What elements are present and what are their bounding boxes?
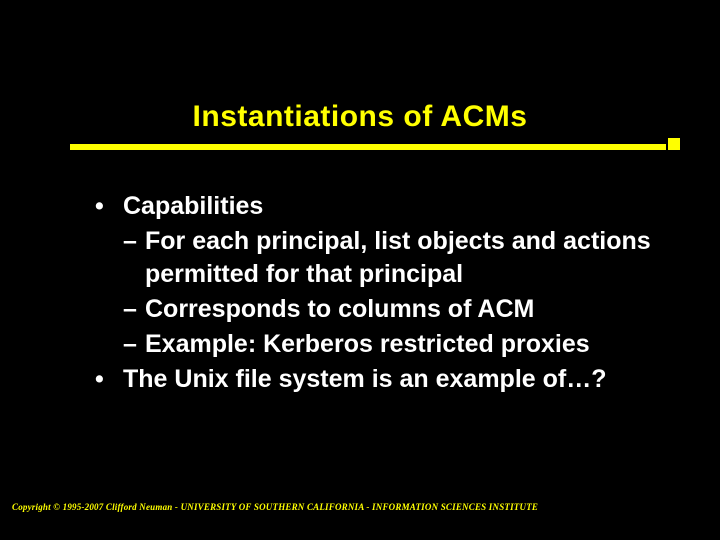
bullet-level2: – Corresponds to columns of ACM	[123, 293, 655, 326]
slide-title: Instantiations of ACMs	[193, 100, 528, 133]
bullet-text: Capabilities	[123, 190, 655, 223]
bullet-dot-icon: •	[95, 190, 123, 223]
title-underline-cap	[668, 138, 680, 150]
bullet-dash-icon: –	[123, 328, 145, 361]
bullet-text: For each principal, list objects and act…	[145, 225, 655, 291]
bullet-level1: • Capabilities	[95, 190, 655, 223]
bullet-dash-icon: –	[123, 293, 145, 326]
bullet-dash-icon: –	[123, 225, 145, 291]
bullet-level2: – For each principal, list objects and a…	[123, 225, 655, 291]
title-underline	[70, 144, 666, 150]
bullet-level1: • The Unix file system is an example of……	[95, 363, 655, 396]
bullet-dot-icon: •	[95, 363, 123, 396]
bullet-level2: – Example: Kerberos restricted proxies	[123, 328, 655, 361]
bullet-text: Corresponds to columns of ACM	[145, 293, 655, 326]
bullet-text: Example: Kerberos restricted proxies	[145, 328, 655, 361]
bullet-text: The Unix file system is an example of…?	[123, 363, 655, 396]
slide-title-wrap: Instantiations of ACMs	[0, 100, 720, 134]
slide-content: • Capabilities – For each principal, lis…	[95, 190, 655, 398]
slide-footer: Copyright © 1995-2007 Clifford Neuman - …	[12, 502, 538, 512]
